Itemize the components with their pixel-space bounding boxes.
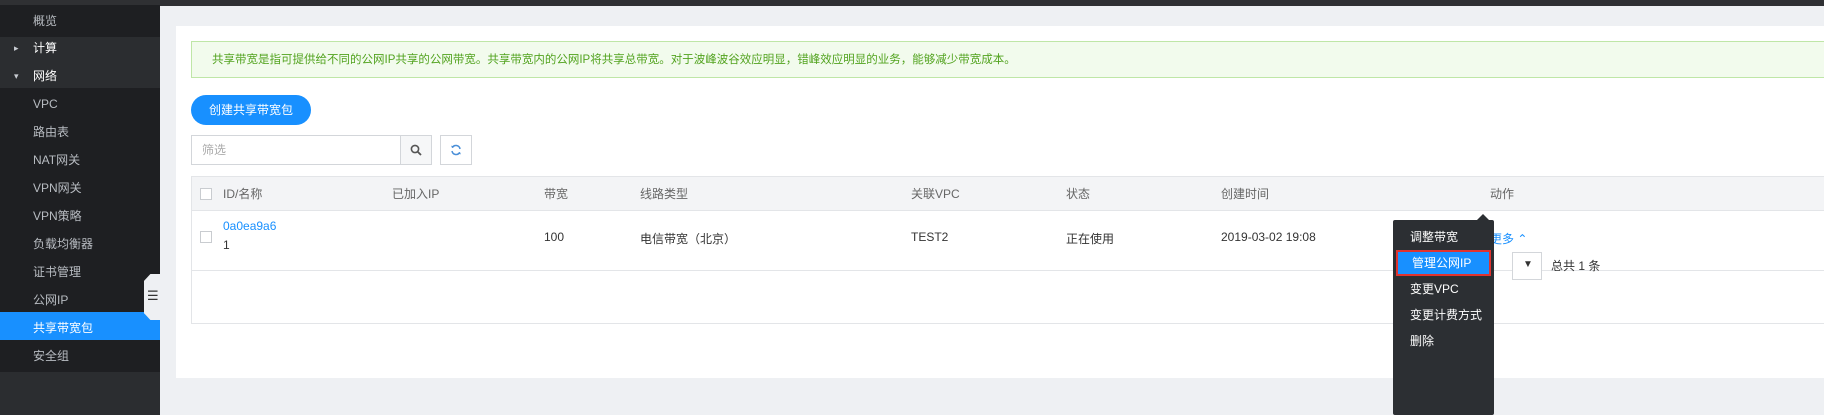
sidebar-collapse-toggle[interactable]: ☰: [144, 274, 160, 320]
vpc-value: TEST2: [911, 230, 949, 244]
list-collapse-icon: ☰: [147, 288, 159, 303]
page-size-select[interactable]: ▼: [1512, 252, 1542, 280]
search-icon: [410, 144, 422, 156]
more-actions-link[interactable]: 更多 ⌃: [1490, 230, 1527, 247]
info-notice: 共享带宽是指可提供给不同的公网IP共享的公网带宽。共享带宽内的公网IP将共享总带…: [191, 41, 1824, 78]
header-bandwidth: 带宽: [544, 187, 569, 201]
line-type-value: 电信带宽（北京）: [640, 232, 737, 246]
status-value: 正在使用: [1066, 232, 1115, 246]
menu-item-delete[interactable]: 删除: [1393, 328, 1494, 354]
shared-bandwidth-table: ID/名称 已加入IP 带宽 线路类型 关联VPC 状态 创建时间 动作 0a0…: [191, 176, 1824, 324]
menu-item-manage-public-ip[interactable]: 管理公网IP: [1396, 250, 1491, 276]
filter-input[interactable]: [192, 136, 400, 164]
header-status: 状态: [1066, 187, 1091, 201]
caret-down-icon: ▼: [1523, 259, 1533, 270]
header-action: 动作: [1490, 187, 1515, 201]
sidebar: 概览 ▸ 计算 ▾ 网络 VPC 路由表 NAT网关 VPN网关 VPN策略 负载均…: [0, 5, 160, 415]
bandwidth-id-link[interactable]: 0a0ea9a6: [223, 219, 276, 233]
menu-item-change-billing[interactable]: 变更计费方式: [1393, 302, 1494, 328]
menu-item-adjust-bandwidth[interactable]: 调整带宽: [1393, 224, 1494, 250]
more-actions-dropdown: 调整带宽 管理公网IP 变更VPC 变更计费方式 删除: [1393, 214, 1494, 415]
pager-total: 总共 1 条: [1551, 259, 1601, 273]
select-all-checkbox[interactable]: [200, 188, 212, 200]
header-created: 创建时间: [1221, 187, 1270, 201]
create-shared-bandwidth-button[interactable]: 创建共享带宽包: [191, 95, 311, 125]
row-checkbox[interactable]: [200, 231, 212, 243]
refresh-icon: [451, 144, 461, 156]
search-button[interactable]: [400, 135, 432, 165]
bandwidth-name: 1: [223, 238, 230, 252]
bandwidth-value: 100: [544, 230, 565, 244]
created-value: 2019-03-02 19:08: [1221, 230, 1316, 244]
header-ips: 已加入IP: [392, 187, 440, 201]
header-id-name: ID/名称: [223, 187, 263, 201]
sidebar-item-security-group[interactable]: 安全组: [0, 340, 160, 372]
header-vpc: 关联VPC: [911, 187, 960, 201]
menu-item-change-vpc[interactable]: 变更VPC: [1393, 276, 1494, 302]
header-line-type: 线路类型: [640, 187, 689, 201]
table-header: ID/名称 已加入IP 带宽 线路类型 关联VPC 状态 创建时间 动作: [192, 177, 1824, 211]
filter-box: [191, 135, 401, 165]
main-card: 共享带宽是指可提供给不同的公网IP共享的公网带宽。共享带宽内的公网IP将共享总带…: [176, 26, 1824, 378]
top-bar: [0, 0, 1824, 6]
refresh-button[interactable]: [440, 135, 472, 165]
